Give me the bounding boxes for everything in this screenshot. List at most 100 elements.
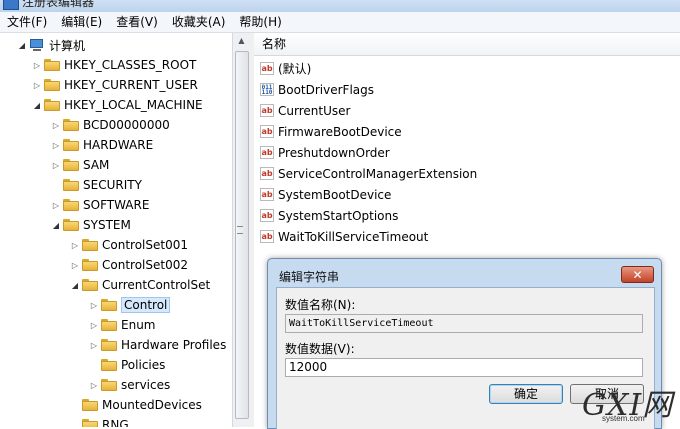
tree-node[interactable]: SECURITY: [51, 175, 142, 195]
registry-tree[interactable]: ◢ 计算机 ▷ HKEY_CLASSES_ROOT ▷ HKEY_CURRENT_USER…: [0, 33, 232, 427]
value-data-input[interactable]: 12000: [285, 358, 643, 377]
tree-node[interactable]: ◢ SYSTEM: [51, 215, 131, 235]
menu-edit[interactable]: 编辑(E): [54, 12, 109, 32]
tree-scrollbar[interactable]: ▲: [232, 33, 250, 427]
tree-node[interactable]: ▷ HARDWARE: [51, 135, 153, 155]
menu-bar: 文件(F) 编辑(E) 查看(V) 收藏夹(A) 帮助(H): [0, 12, 680, 33]
expand-arrow-icon[interactable]: ▷: [51, 141, 61, 150]
binary-value-icon: 011 110: [260, 83, 274, 96]
value-data-label: 数值数据(V):: [285, 342, 355, 356]
value-name: SystemStartOptions: [278, 208, 399, 223]
folder-icon: [82, 279, 98, 291]
expand-arrow-icon[interactable]: ▷: [70, 261, 80, 270]
folder-icon: [63, 199, 79, 211]
title-bar: 注册表编辑器: [0, 0, 680, 12]
tree-node-label: SYSTEM: [83, 218, 131, 232]
watermark-domain: system.com: [602, 414, 645, 423]
expand-arrow-icon[interactable]: ▷: [70, 241, 80, 250]
tree-node-label: BCD00000000: [83, 118, 170, 132]
tree-node-label: services: [121, 378, 171, 392]
value-list-item[interactable]: ab (默认): [260, 58, 311, 79]
value-name: SystemBootDevice: [278, 187, 392, 202]
tree-node[interactable]: ▷ SOFTWARE: [51, 195, 150, 215]
folder-icon: [44, 59, 60, 71]
expand-arrow-icon[interactable]: ▷: [89, 321, 99, 330]
tree-node-label: HKEY_CLASSES_ROOT: [64, 58, 197, 72]
tree-node-label: ControlSet001: [102, 238, 188, 252]
tree-node[interactable]: ◢ CurrentControlSet: [70, 275, 210, 295]
value-list-item[interactable]: 011 110 BootDriverFlags: [260, 79, 374, 100]
folder-icon: [101, 379, 117, 391]
tree-node[interactable]: RNG: [70, 415, 129, 427]
menu-help[interactable]: 帮助(H): [232, 12, 288, 32]
menu-file[interactable]: 文件(F): [0, 12, 54, 32]
tree-node-label: SECURITY: [83, 178, 142, 192]
list-header: 名称: [254, 33, 680, 56]
tree-node[interactable]: ▷ HKEY_CLASSES_ROOT: [32, 55, 196, 75]
folder-icon: [44, 99, 60, 111]
tree-node[interactable]: Policies: [89, 355, 165, 375]
folder-icon: [63, 219, 79, 231]
tree-node[interactable]: ▷ ControlSet001: [70, 235, 188, 255]
scroll-up-icon[interactable]: ▲: [233, 33, 250, 49]
tree-node[interactable]: ▷ Control: [89, 295, 171, 315]
tree-node[interactable]: ▷ SAM: [51, 155, 109, 175]
value-list-item[interactable]: ab PreshutdownOrder: [260, 142, 390, 163]
window-title: 注册表编辑器: [22, 0, 95, 9]
string-value-icon: ab: [260, 230, 274, 243]
string-value-icon: ab: [260, 146, 274, 159]
string-value-icon: ab: [260, 167, 274, 180]
tree-node[interactable]: ◢ HKEY_LOCAL_MACHINE: [32, 95, 203, 115]
expand-arrow-icon[interactable]: ▷: [32, 61, 42, 70]
value-name: WaitToKillServiceTimeout: [278, 229, 429, 244]
tree-node[interactable]: ▷ HKEY_CURRENT_USER: [32, 75, 198, 95]
tree-node[interactable]: ▷ Hardware Profiles: [89, 335, 226, 355]
value-name-field: WaitToKillServiceTimeout: [285, 314, 643, 333]
regedit-app-icon: [3, 0, 19, 10]
string-value-icon: ab: [260, 104, 274, 117]
value-list-item[interactable]: ab FirmwareBootDevice: [260, 121, 402, 142]
collapse-arrow-icon[interactable]: ◢: [70, 281, 80, 290]
folder-icon: [44, 79, 60, 91]
value-list-item[interactable]: ab CurrentUser: [260, 100, 350, 121]
tree-node[interactable]: MountedDevices: [70, 395, 202, 415]
folder-icon: [63, 119, 79, 131]
site-watermark-logo: GXI网 system.com: [580, 384, 680, 427]
value-list-item[interactable]: ab WaitToKillServiceTimeout: [260, 226, 428, 247]
expand-arrow-icon[interactable]: ▷: [89, 341, 99, 350]
collapse-arrow-icon[interactable]: ◢: [51, 221, 61, 230]
menu-view[interactable]: 查看(V): [109, 12, 165, 32]
value-name: PreshutdownOrder: [278, 145, 390, 160]
tree-node-label: HARDWARE: [83, 138, 154, 152]
collapse-arrow-icon[interactable]: ◢: [32, 101, 42, 110]
ok-button[interactable]: 确定: [489, 384, 563, 404]
expand-arrow-icon[interactable]: ▷: [51, 161, 61, 170]
dialog-close-button[interactable]: ✕: [621, 266, 654, 283]
tree-node-label: HKEY_LOCAL_MACHINE: [64, 98, 203, 112]
collapse-arrow-icon[interactable]: ◢: [17, 41, 27, 50]
expand-arrow-icon[interactable]: ▷: [89, 301, 99, 310]
expand-arrow-icon[interactable]: ▷: [89, 381, 99, 390]
folder-icon: [101, 339, 117, 351]
tree-node-label: Hardware Profiles: [121, 338, 227, 352]
expand-arrow-icon[interactable]: ▷: [32, 81, 42, 90]
expand-arrow-icon[interactable]: ▷: [51, 121, 61, 130]
tree-node[interactable]: ▷ ControlSet002: [70, 255, 188, 275]
value-list-item[interactable]: ab SystemBootDevice: [260, 184, 391, 205]
scroll-thumb[interactable]: [235, 51, 249, 419]
value-name: ServiceControlManagerExtension: [278, 166, 478, 181]
tree-node[interactable]: ▷ Enum: [89, 315, 156, 335]
value-list-item[interactable]: ab ServiceControlManagerExtension: [260, 163, 477, 184]
dialog-title: 编辑字符串: [279, 270, 340, 284]
tree-node[interactable]: ◢ 计算机: [17, 35, 85, 55]
tree-node[interactable]: ▷ services: [89, 375, 170, 395]
value-list-item[interactable]: ab SystemStartOptions: [260, 205, 398, 226]
value-name: BootDriverFlags: [278, 82, 375, 97]
folder-icon: [101, 299, 117, 311]
expand-arrow-icon[interactable]: ▷: [51, 201, 61, 210]
column-name-header[interactable]: 名称: [262, 33, 286, 55]
menu-favorites[interactable]: 收藏夹(A): [165, 12, 233, 32]
tree-node[interactable]: ▷ BCD00000000: [51, 115, 170, 135]
folder-icon: [82, 399, 98, 411]
folder-icon: [82, 259, 98, 271]
